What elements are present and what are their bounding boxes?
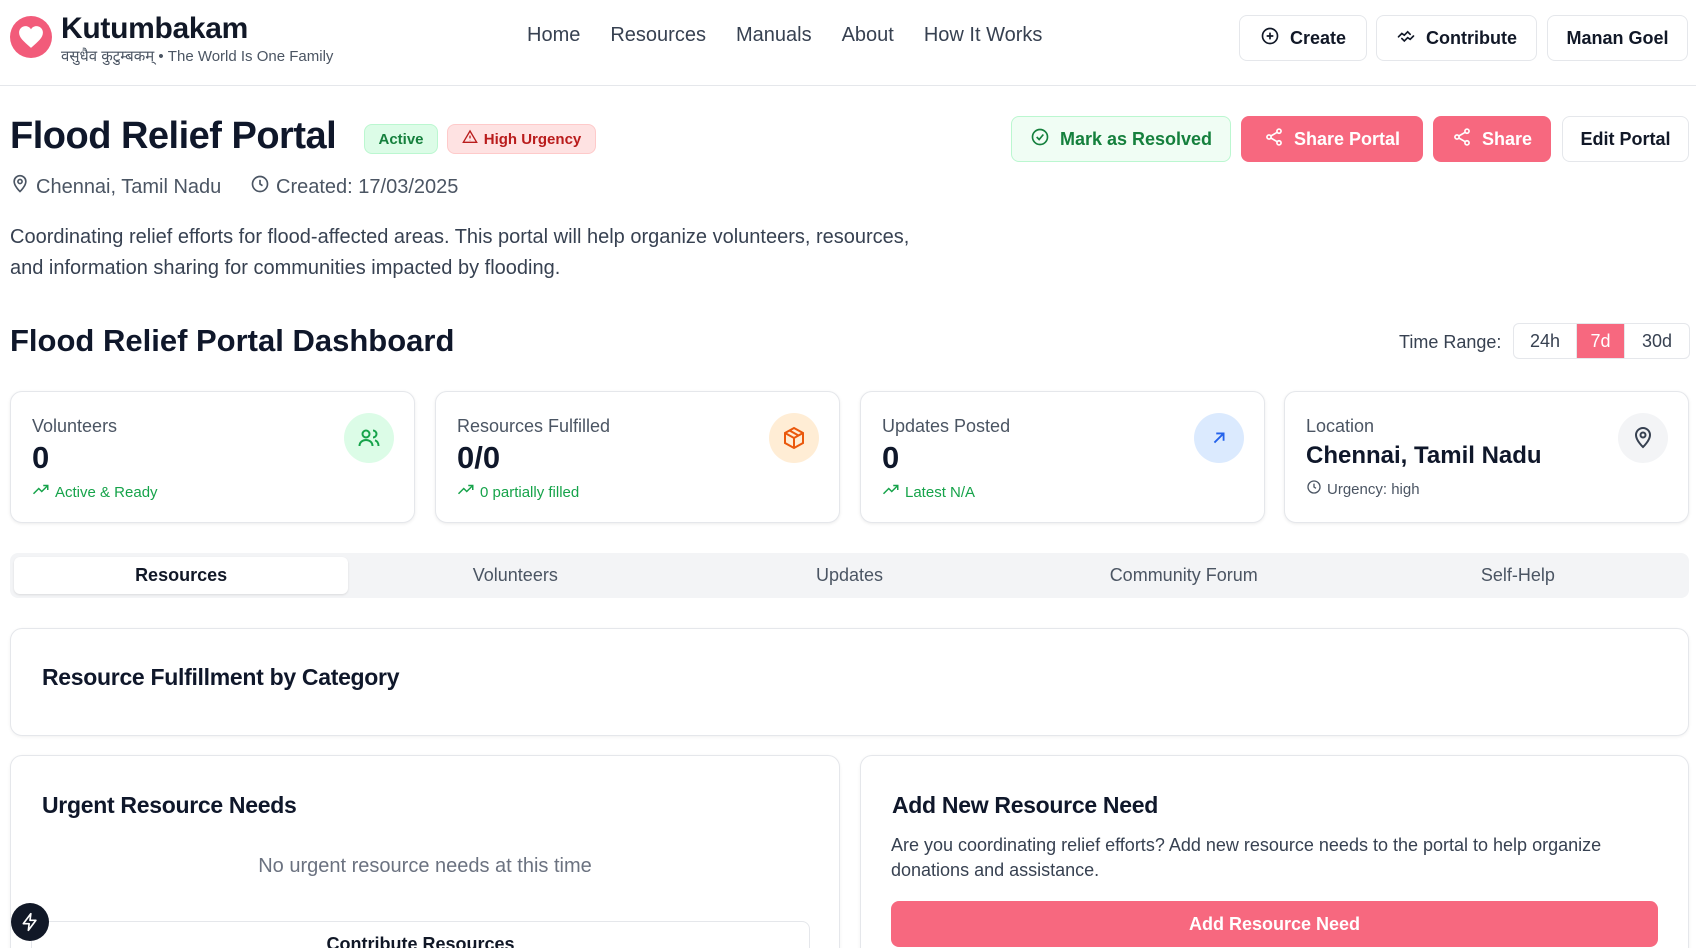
mark-resolved-label: Mark as Resolved <box>1059 128 1213 149</box>
card-value: 0 <box>32 440 50 475</box>
warning-triangle-icon <box>461 129 478 149</box>
nav-resources[interactable]: Resources <box>610 24 706 47</box>
share-portal-button[interactable]: Share Portal <box>1241 116 1423 162</box>
mark-resolved-button[interactable]: Mark as Resolved <box>1011 116 1231 162</box>
portal-created-text: Created: 17/03/2025 <box>276 175 459 198</box>
card-sub: Latest N/A <box>882 483 975 501</box>
resources-card: Resources Fulfilled 0/0 0 partially fill… <box>435 391 840 523</box>
card-sub-text: Latest N/A <box>905 483 976 501</box>
urgency-badge-label: High Urgency <box>483 130 582 148</box>
contribute-button[interactable]: Contribute <box>1376 15 1537 61</box>
card-sub: Urgency: high <box>1306 479 1420 499</box>
card-value: 0 <box>882 440 900 475</box>
time-range-7d[interactable]: 7d <box>1577 324 1625 358</box>
portal-location: Chennai, Tamil Nadu <box>10 174 221 200</box>
package-icon <box>769 413 819 463</box>
add-resource-description: Are you coordinating relief efforts? Add… <box>891 835 1602 880</box>
dashboard-title: Flood Relief Portal Dashboard <box>10 323 455 358</box>
time-range-selector: 24h 7d 30d <box>1513 323 1690 359</box>
status-badge: Active <box>364 124 438 154</box>
fulfillment-title: Resource Fulfillment by Category <box>42 664 400 690</box>
clock-icon <box>250 174 270 200</box>
share-nodes-icon <box>1452 127 1472 152</box>
portal-description: Coordinating relief efforts for flood-af… <box>10 226 910 279</box>
users-icon <box>344 413 394 463</box>
urgency-badge: High Urgency <box>447 124 596 154</box>
share-nodes-icon <box>1264 127 1284 152</box>
tab-self-help[interactable]: Self-Help <box>1351 557 1685 594</box>
user-menu-button[interactable]: Manan Goel <box>1547 15 1688 61</box>
edit-portal-label: Edit Portal <box>1580 128 1671 149</box>
card-sub: 0 partially filled <box>457 483 579 501</box>
tab-updates[interactable]: Updates <box>682 557 1016 594</box>
plus-circle-icon <box>1260 26 1280 51</box>
card-sub: Active & Ready <box>32 483 158 501</box>
urgent-needs-panel: Urgent Resource Needs No urgent resource… <box>10 755 840 948</box>
nav-manuals[interactable]: Manuals <box>736 24 812 47</box>
nav-how-it-works[interactable]: How It Works <box>924 24 1043 47</box>
portal-created: Created: 17/03/2025 <box>250 174 458 200</box>
create-button[interactable]: Create <box>1239 15 1367 61</box>
nav-home[interactable]: Home <box>527 24 580 47</box>
status-badge-label: Active <box>378 130 424 148</box>
contribute-label: Contribute <box>1426 27 1517 48</box>
fulfillment-panel: Resource Fulfillment by Category <box>10 628 1689 736</box>
card-label: Updates Posted <box>882 416 1011 436</box>
tab-resources[interactable]: Resources <box>14 557 349 594</box>
tab-community-forum[interactable]: Community Forum <box>1017 557 1351 594</box>
time-range-30d[interactable]: 30d <box>1625 324 1689 358</box>
map-pin-icon <box>1618 413 1668 463</box>
page-title: Flood Relief Portal <box>10 115 337 157</box>
time-range-label: Time Range: <box>1399 332 1502 352</box>
card-label: Location <box>1306 416 1375 436</box>
add-resource-need-button[interactable]: Add Resource Need <box>891 901 1658 947</box>
card-label: Volunteers <box>32 416 118 436</box>
heart-logo-icon[interactable] <box>10 16 52 58</box>
portal-tabs: Resources Volunteers Updates Community F… <box>10 553 1689 598</box>
handshake-icon <box>1396 26 1416 51</box>
updates-card: Updates Posted 0 Latest N/A <box>860 391 1265 523</box>
arrow-up-right-icon <box>1194 413 1244 463</box>
main-nav: Home Resources Manuals About How It Work… <box>527 24 1042 47</box>
volunteers-card: Volunteers 0 Active & Ready <box>10 391 415 523</box>
location-card: Location Chennai, Tamil Nadu Urgency: hi… <box>1284 391 1689 523</box>
trending-up-icon <box>457 483 475 501</box>
urgent-needs-empty: No urgent resource needs at this time <box>258 855 592 877</box>
map-pin-icon <box>10 174 30 200</box>
tab-volunteers[interactable]: Volunteers <box>348 557 682 594</box>
card-value: 0/0 <box>457 440 501 475</box>
trending-up-icon <box>882 483 900 501</box>
trending-up-icon <box>32 483 50 501</box>
check-circle-icon <box>1030 127 1050 152</box>
brand-name[interactable]: Kutumbakam <box>61 12 248 46</box>
nav-about[interactable]: About <box>842 24 894 47</box>
add-resource-title: Add New Resource Need <box>892 792 1158 818</box>
card-sub-text: Active & Ready <box>55 483 158 501</box>
card-sub-text: Urgency: high <box>1327 480 1420 498</box>
clock-icon <box>1306 479 1322 499</box>
share-button[interactable]: Share <box>1433 116 1551 162</box>
share-label: Share <box>1481 128 1533 149</box>
user-name: Manan Goel <box>1566 27 1669 48</box>
lightning-bolt-icon[interactable] <box>11 903 49 941</box>
time-range-24h[interactable]: 24h <box>1514 324 1577 358</box>
card-value: Chennai, Tamil Nadu <box>1306 442 1542 469</box>
card-label: Resources Fulfilled <box>457 416 611 436</box>
contribute-resources-button[interactable]: Contribute Resources <box>31 921 810 948</box>
portal-location-text: Chennai, Tamil Nadu <box>36 175 222 198</box>
card-sub-text: 0 partially filled <box>480 483 580 501</box>
urgent-needs-title: Urgent Resource Needs <box>42 792 297 818</box>
brand-tagline: वसुधैव कुटुम्बकम् • The World Is One Fam… <box>61 48 334 65</box>
edit-portal-button[interactable]: Edit Portal <box>1562 116 1689 162</box>
top-header: Kutumbakam वसुधैव कुटुम्बकम् • The World… <box>0 0 1696 86</box>
create-label: Create <box>1289 27 1347 48</box>
share-portal-label: Share Portal <box>1293 128 1401 149</box>
